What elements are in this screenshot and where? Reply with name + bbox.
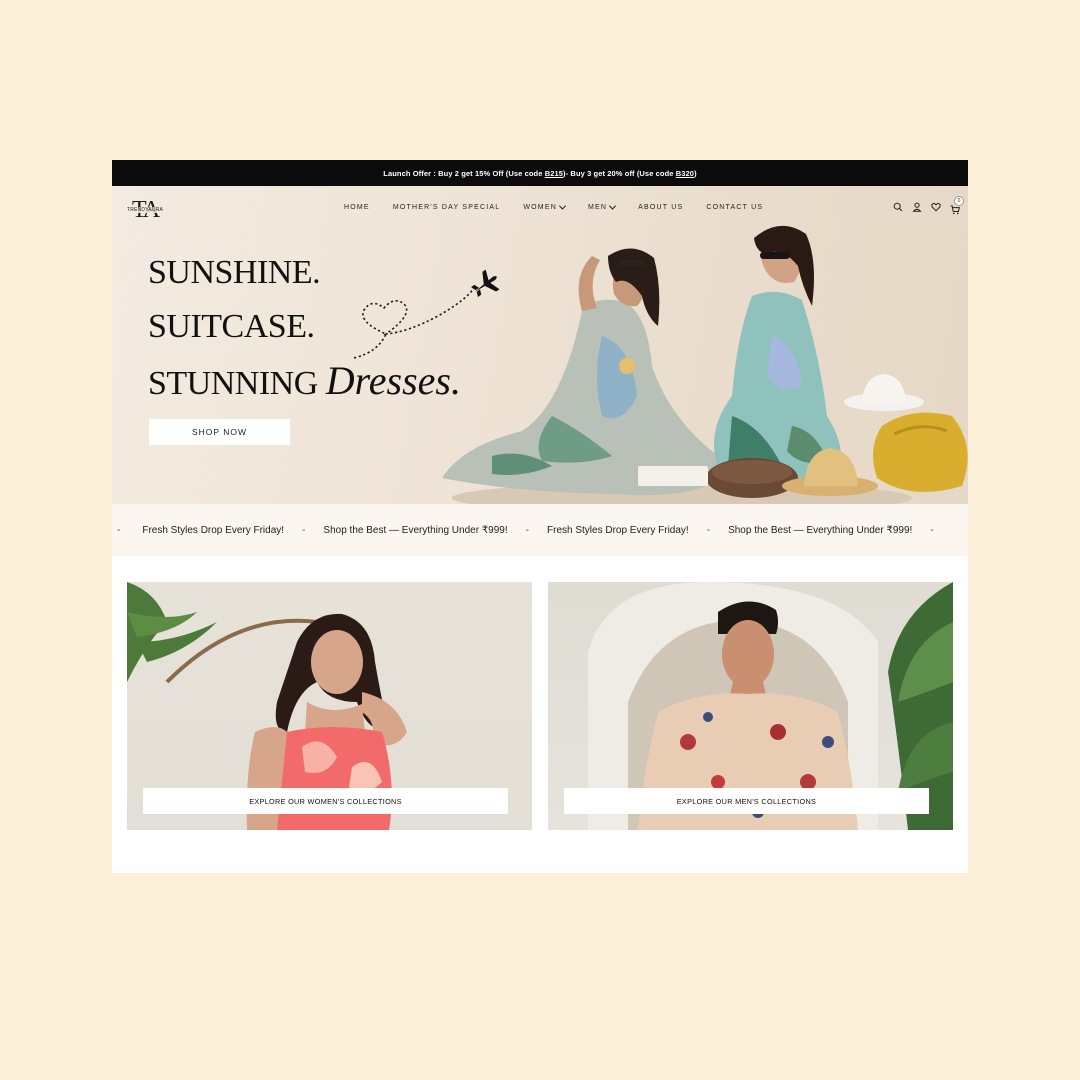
website-frame: Launch Offer : Buy 2 get 15% Off (Use co… (112, 160, 968, 873)
brand-logo[interactable]: TA TRENDYAURA (126, 198, 176, 224)
nav-label-mothers-day: MOTHER'S DAY SPECIAL (392, 204, 501, 211)
nav-item-about[interactable]: ABOUT US (638, 204, 683, 211)
promo-code-1[interactable]: B215 (545, 169, 563, 178)
promo-bar: Launch Offer : Buy 2 get 15% Off (Use co… (112, 160, 968, 186)
ticker-separator: - (117, 524, 121, 536)
ticker-separator: - (706, 524, 711, 536)
ticker-separator: - (302, 524, 306, 536)
nav-label-home: HOME (344, 204, 370, 211)
men-collection-card[interactable]: EXPLORE OUR MEN'S COLLECTIONS (548, 582, 953, 830)
ticker-separator: - (930, 524, 934, 536)
airplane-heart-doodle (353, 269, 500, 359)
nav-menu: HOME MOTHER'S DAY SPECIAL WOMEN MEN ABOU… (344, 202, 786, 211)
explore-men-button[interactable]: EXPLORE OUR MEN'S COLLECTIONS (564, 788, 929, 814)
promo-text-1: : Buy 2 get 15% Off (Use code (431, 168, 545, 178)
explore-women-button[interactable]: EXPLORE OUR WOMEN'S COLLECTIONS (143, 788, 508, 814)
heart-icon[interactable] (931, 202, 941, 212)
nav-label-about: ABOUT US (638, 204, 684, 211)
ticker-item: Fresh Styles Drop Every Friday! (142, 524, 285, 536)
nav-item-women[interactable]: WOMEN (523, 202, 567, 211)
cart-button[interactable]: 0 (950, 196, 964, 215)
announcement-ticker: - Fresh Styles Drop Every Friday! - Shop… (112, 504, 968, 556)
search-icon[interactable] (893, 202, 903, 212)
promo-text-3: ) (694, 168, 697, 178)
promo-text-2: )- Buy 3 get 20% off (Use code (563, 168, 676, 178)
nav-label-contact: CONTACT US (706, 204, 764, 211)
nav-item-men[interactable]: MEN (587, 202, 617, 211)
ticker-item: Fresh Styles Drop Every Friday! (547, 524, 689, 536)
nav-item-home[interactable]: HOME (344, 204, 370, 211)
nav-item-mothers-day[interactable]: MOTHER'S DAY SPECIAL (393, 204, 501, 211)
women-collection-card[interactable]: EXPLORE OUR WOMEN'S COLLECTIONS (127, 582, 532, 830)
header-icons: 0 (893, 196, 964, 215)
promo-label: Launch Offer (383, 168, 432, 178)
ticker-separator: - (525, 524, 529, 536)
collection-cards: EXPLORE OUR WOMEN'S COLLECTIONS EXPLORE … (127, 582, 953, 830)
cart-count-badge: 0 (954, 196, 964, 206)
main-navigation: TA TRENDYAURA HOME MOTHER'S DAY SPECIAL … (112, 186, 968, 234)
cart-icon (950, 205, 960, 215)
hero-models-image (442, 225, 968, 504)
ticker-item: Shop the Best — Everything Under ₹999! (728, 524, 913, 536)
account-icon[interactable] (912, 202, 922, 212)
promo-code-2[interactable]: B320 (676, 169, 694, 178)
brand-name: TRENDYAURA (126, 207, 165, 213)
nav-label-women: WOMEN (523, 204, 557, 211)
nav-label-men: MEN (587, 204, 608, 211)
chevron-down-icon (609, 202, 617, 210)
ticker-item: Shop the Best — Everything Under ₹999! (323, 524, 508, 536)
hero-banner: TA TRENDYAURA HOME MOTHER'S DAY SPECIAL … (112, 186, 968, 504)
shop-now-button[interactable]: SHOP NOW (149, 419, 290, 445)
nav-item-contact[interactable]: CONTACT US (706, 204, 763, 211)
headline-script-word: Dresses. (325, 358, 461, 403)
chevron-down-icon (558, 202, 567, 210)
headline-stunning: STUNNING (148, 365, 318, 402)
